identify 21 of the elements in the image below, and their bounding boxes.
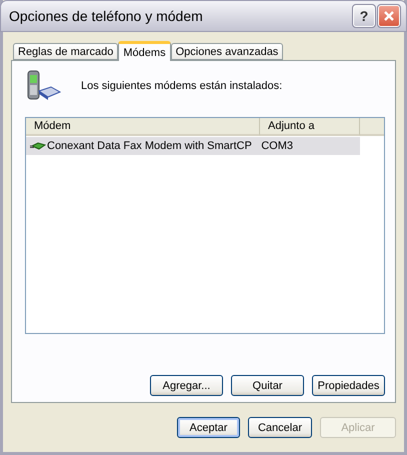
- table-cell-text: Conexant Data Fax Modem with SmartCP: [47, 139, 253, 153]
- dialog-button[interactable]: Cancelar: [248, 417, 312, 438]
- help-button[interactable]: ?: [353, 5, 375, 27]
- action-button[interactable]: Propiedades: [312, 375, 385, 396]
- column-header[interactable]: Módem: [26, 118, 260, 136]
- column-header[interactable]: Adjunto a: [260, 118, 360, 136]
- close-button[interactable]: [378, 5, 400, 27]
- close-icon: [383, 10, 395, 22]
- action-button[interactable]: Agregar...: [150, 375, 223, 396]
- action-button[interactable]: Quitar: [231, 375, 304, 396]
- window-title: Opciones de teléfono y módem: [9, 8, 204, 24]
- tab[interactable]: Opciones avanzadas: [170, 43, 284, 60]
- dialog-button[interactable]: Aceptar: [177, 417, 240, 438]
- modem-icon: [30, 141, 46, 151]
- tab[interactable]: Módems: [118, 41, 171, 61]
- table-cell-text: COM3: [261, 139, 294, 153]
- intro-text: Los siguientes módems están instalados:: [81, 80, 282, 92]
- header-filler: [360, 118, 384, 136]
- tab[interactable]: Reglas de marcado: [13, 43, 118, 60]
- phone-modem-icon: [25, 69, 61, 103]
- modem-row[interactable]: Conexant Data Fax Modem with SmartCP COM3: [26, 137, 360, 155]
